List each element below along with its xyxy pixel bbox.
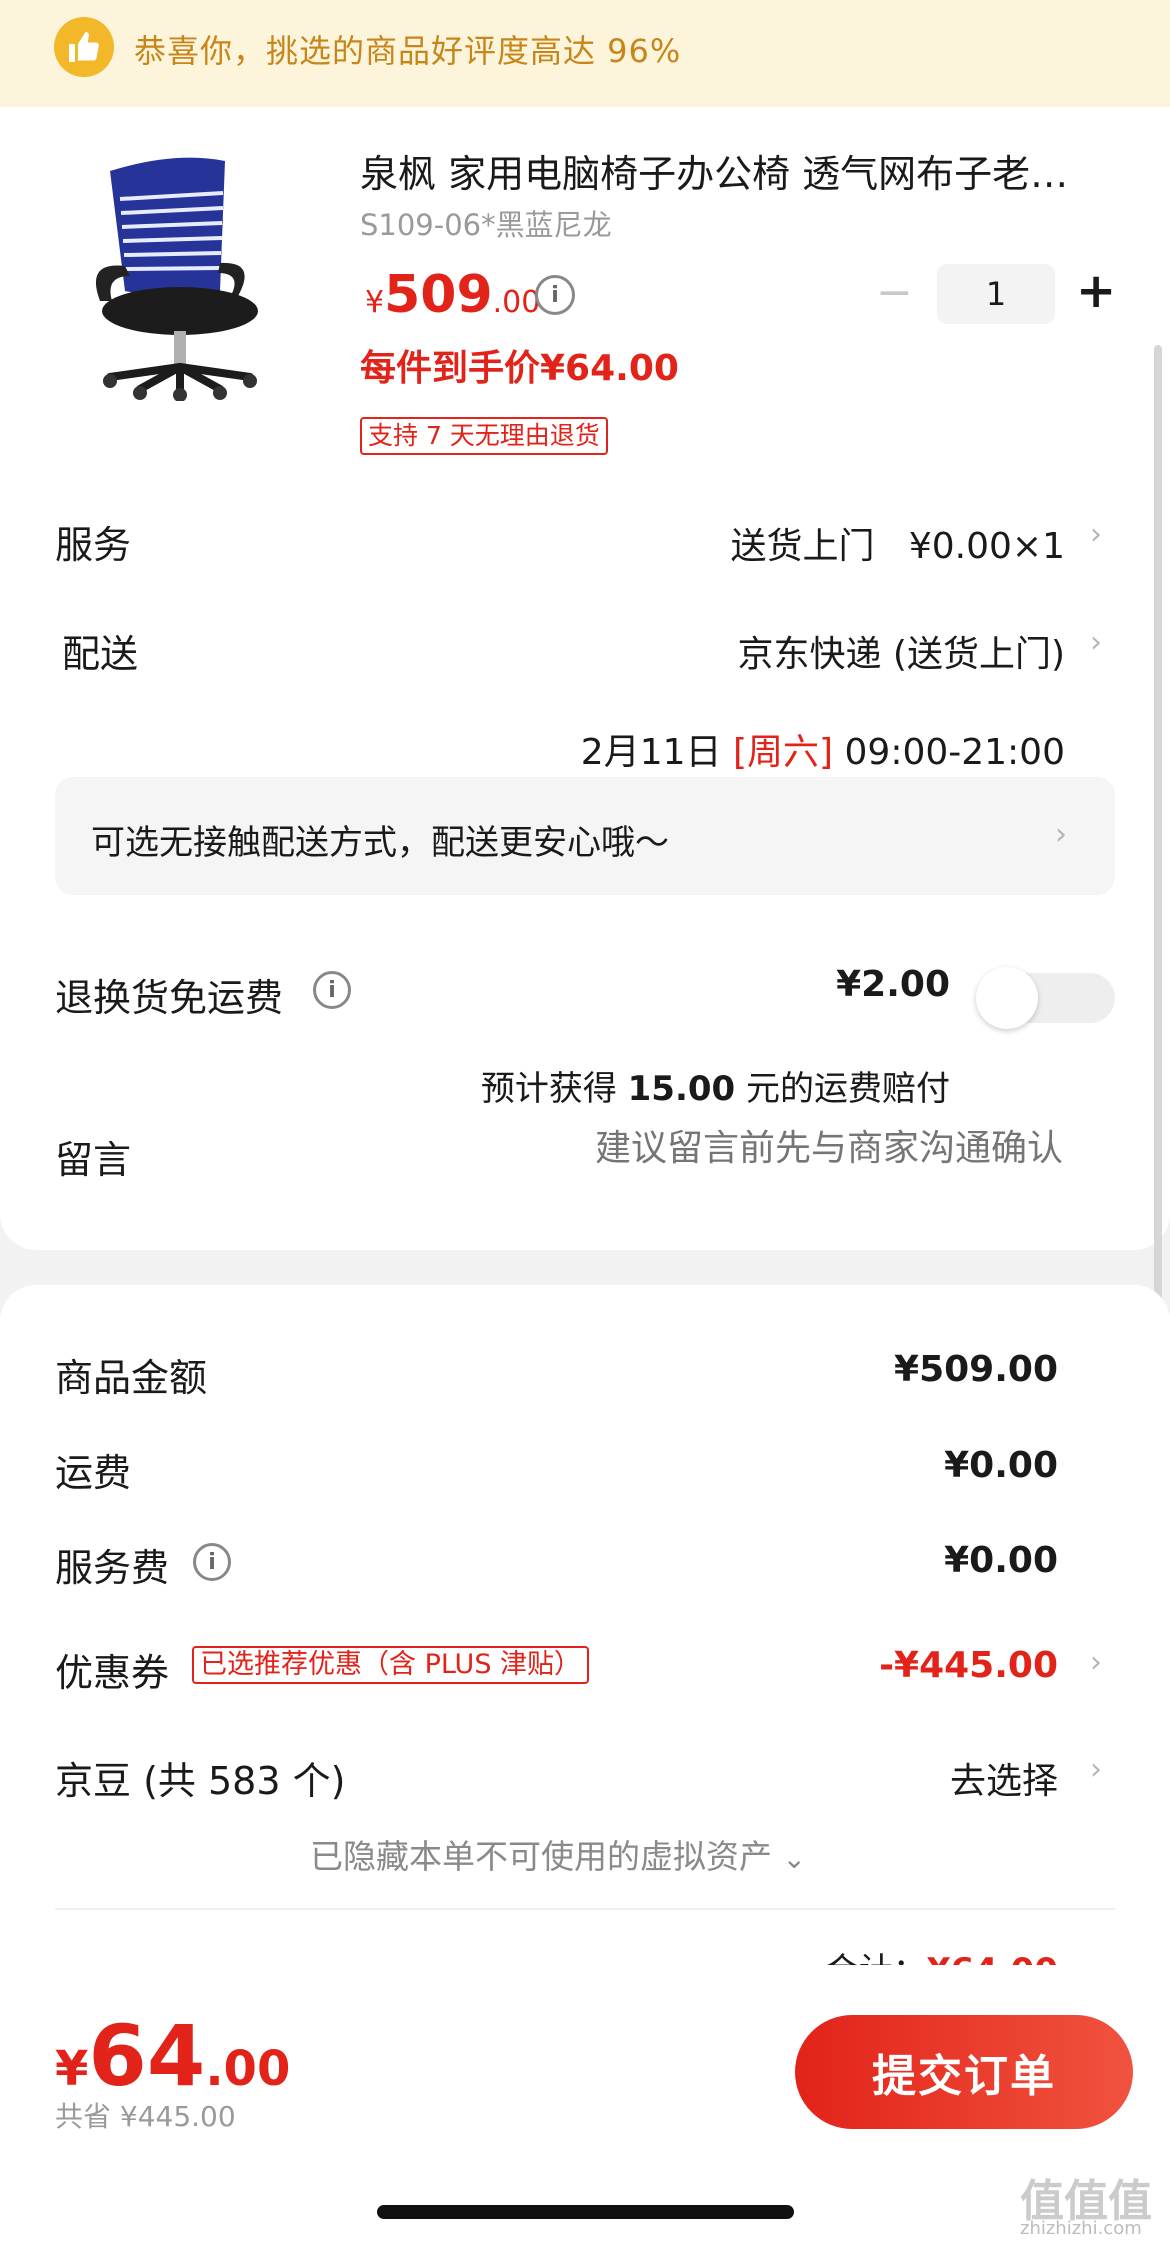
contactless-delivery-banner[interactable]: 可选无接触配送方式，配送更安心哦～ › xyxy=(55,777,1115,895)
shipping-value: ¥0.00 xyxy=(944,1445,1058,1486)
delivery-hours: 09:00-21:00 xyxy=(833,732,1066,773)
desc-amount: 15.00 xyxy=(627,1069,736,1109)
payable-amount: ¥64.00 xyxy=(55,2007,290,2105)
coupon-tag: 已选推荐优惠（含 PLUS 津贴） xyxy=(192,1646,590,1684)
return-shipping-label: 退换货免运费 xyxy=(55,976,284,1020)
service-value[interactable]: 送货上门 ¥0.00×1 xyxy=(731,517,1065,569)
submit-order-button[interactable]: 提交订单 xyxy=(795,2015,1133,2129)
chevron-down-icon: ⌄ xyxy=(782,1842,806,1875)
coupon-chevron-icon[interactable]: › xyxy=(1090,1645,1102,1680)
price-currency: ¥ xyxy=(365,285,385,320)
watermark-url: zhizhizhi.com xyxy=(1020,2218,1142,2239)
unit-price: 每件到手价¥64.00 xyxy=(360,348,679,389)
contactless-text: 可选无接触配送方式，配送更安心哦～ xyxy=(91,823,669,863)
jd-beans-chevron-icon[interactable]: › xyxy=(1090,1752,1102,1787)
checkout-bar: ¥64.00 共省 ¥445.00 提交订单 值值值 zhizhizhi.com xyxy=(0,1965,1170,2247)
saved-amount: 共省 ¥445.00 xyxy=(55,2100,236,2133)
return-shipping-info-icon[interactable]: i xyxy=(313,971,351,1009)
delivery-label: 配送 xyxy=(62,632,139,676)
price-decimal: .00 xyxy=(492,285,541,320)
product-title[interactable]: 泉枫 家用电脑椅子办公椅 透气网布子老… xyxy=(360,143,1068,198)
quantity-minus-button[interactable]: − xyxy=(876,267,913,318)
delivery-date: 2月11日 xyxy=(580,732,733,773)
home-indicator[interactable] xyxy=(377,2205,794,2219)
service-label: 服务 xyxy=(55,523,132,567)
jd-beans-select[interactable]: 去选择 xyxy=(950,1752,1058,1804)
payable-integer: 64 xyxy=(88,2007,206,2105)
service-chevron-icon[interactable]: › xyxy=(1090,517,1102,552)
jd-beans-label: 京豆 (共 583 个) xyxy=(55,1759,346,1803)
praise-banner: 恭喜你，挑选的商品好评度高达 96% xyxy=(0,0,1170,107)
return-shipping-price: ¥2.00 xyxy=(836,964,950,1005)
toggle-knob xyxy=(976,967,1038,1029)
summary-divider xyxy=(55,1908,1115,1910)
price-summary-card: 商品金额 ¥509.00 运费 ¥0.00 服务费 i ¥0.00 优惠券 已选… xyxy=(0,1285,1170,1991)
thumbs-up-icon xyxy=(54,17,114,77)
payable-decimal: .00 xyxy=(205,2041,291,2097)
coupon-value[interactable]: -¥445.00 xyxy=(879,1645,1058,1686)
delivery-chevron-icon[interactable]: › xyxy=(1090,625,1102,660)
message-input[interactable] xyxy=(501,1117,1065,1179)
banner-text: 恭喜你，挑选的商品好评度高达 96% xyxy=(134,32,682,70)
desc-prefix: 预计获得 xyxy=(480,1069,628,1109)
delivery-method[interactable]: 京东快递 (送货上门) xyxy=(737,625,1065,677)
service-fee-info-icon[interactable]: i xyxy=(193,1543,231,1581)
hidden-assets-toggle[interactable]: 已隐藏本单不可使用的虚拟资产 ⌄ xyxy=(310,1830,806,1878)
return-shipping-toggle[interactable] xyxy=(976,967,1115,1029)
service-fee-label: 服务费 xyxy=(55,1546,170,1590)
hidden-assets-text: 已隐藏本单不可使用的虚拟资产 xyxy=(310,1837,772,1876)
product-price: ¥509.00 xyxy=(365,265,540,325)
quantity-input[interactable]: 1 xyxy=(937,264,1055,324)
submit-order-label: 提交订单 xyxy=(872,2051,1056,2102)
coupon-label: 优惠券 xyxy=(55,1651,170,1695)
return-policy-tag: 支持 7 天无理由退货 xyxy=(360,417,608,455)
product-image[interactable] xyxy=(80,151,300,402)
goods-amount-value: ¥509.00 xyxy=(894,1349,1058,1390)
goods-amount-label: 商品金额 xyxy=(55,1356,208,1400)
quantity-plus-button[interactable]: + xyxy=(1076,263,1116,319)
product-variant[interactable]: S109-06*黑蓝尼龙 xyxy=(360,202,612,244)
order-item-card: 泉枫 家用电脑椅子办公椅 透气网布子老… S109-06*黑蓝尼龙 ¥509.0… xyxy=(0,107,1170,1250)
price-info-icon[interactable]: i xyxy=(535,275,575,315)
contactless-chevron-icon: › xyxy=(1055,817,1067,852)
desc-suffix: 元的运费赔付 xyxy=(735,1069,950,1109)
payable-currency: ¥ xyxy=(55,2041,89,2097)
message-label: 留言 xyxy=(55,1138,132,1182)
price-integer: 509 xyxy=(384,265,493,325)
delivery-weekday: [周六] xyxy=(732,732,834,773)
service-fee-value: ¥0.00 xyxy=(944,1540,1058,1581)
shipping-label: 运费 xyxy=(55,1451,132,1495)
